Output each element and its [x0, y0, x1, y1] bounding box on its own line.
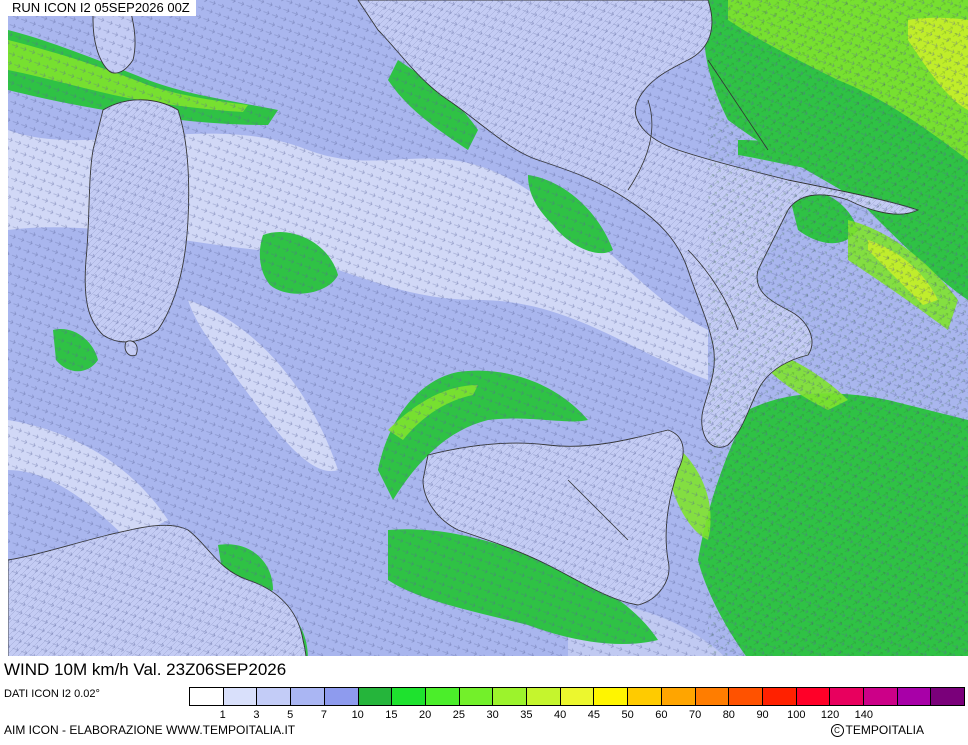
- legend-tick-label: 120: [820, 709, 840, 721]
- legend-tick-label: 20: [419, 709, 432, 721]
- legend-tick-label: 70: [688, 709, 702, 721]
- legend-swatch: [493, 688, 528, 705]
- data-source-label: DATI ICON I2 0.02°: [4, 688, 100, 700]
- legend-swatch: [190, 688, 224, 705]
- color-scale-labels: 1 3 5 7 10 15 20 25 30 35 40 45 50 60 70 80 90 100 120 140: [189, 708, 965, 722]
- legend-tick-label: 10: [351, 709, 364, 721]
- legend-swatch: [291, 688, 325, 705]
- legend-tick-label: 100: [787, 709, 806, 721]
- legend-swatch: [257, 688, 292, 705]
- legend-swatch: [931, 688, 965, 705]
- copyright: C TEMPOITALIA: [830, 723, 924, 737]
- legend-swatch: [358, 688, 393, 705]
- legend-tick-label: 3: [253, 709, 260, 721]
- legend-swatch: [661, 688, 696, 705]
- legend-tick-label: 25: [452, 709, 466, 721]
- legend-swatch: [223, 688, 258, 705]
- legend-swatch: [796, 688, 831, 705]
- legend-swatch: [324, 688, 359, 705]
- legend-swatch: [729, 688, 763, 705]
- legend-swatch: [594, 688, 629, 705]
- wind-map-graphic: [8, 0, 968, 684]
- legend-swatch: [897, 688, 932, 705]
- wind-arrows-strong: [708, 0, 968, 684]
- legend-swatch: [628, 688, 662, 705]
- legend-tick-label: 35: [520, 709, 533, 721]
- copyright-icon: C: [830, 723, 844, 737]
- copyright-text: TEMPOITALIA: [845, 723, 924, 737]
- legend-tick-label: 1: [219, 709, 226, 721]
- wind-title: WIND 10M km/h Val. 23Z06SEP2026: [4, 660, 287, 679]
- legend-swatch: [392, 688, 426, 705]
- legend-tick-label: 40: [554, 709, 567, 721]
- legend-tick-label: 30: [486, 709, 499, 721]
- legend-tick-label: 80: [722, 709, 735, 721]
- legend-tick-label: 50: [621, 709, 634, 721]
- legend-swatch: [425, 688, 460, 705]
- legend-tick-label: 90: [756, 709, 769, 721]
- wind-map[interactable]: RUN ICON I2 05SEP2026 00Z: [8, 0, 968, 684]
- legend-tick-label: 140: [854, 709, 873, 721]
- legend-tick-label: 60: [655, 709, 668, 721]
- legend-swatch: [527, 688, 561, 705]
- run-title: RUN ICON I2 05SEP2026 00Z: [8, 0, 196, 16]
- color-scale-bar: [189, 687, 965, 706]
- legend-tick-label: 15: [385, 709, 398, 721]
- legend-swatch: [830, 688, 865, 705]
- legend-panel: WIND 10M km/h Val. 23Z06SEP2026 DATI ICO…: [0, 656, 968, 745]
- legend-swatch: [560, 688, 595, 705]
- legend-tick-label: 45: [587, 709, 600, 721]
- legend-swatch: [695, 688, 730, 705]
- legend-swatch: [762, 688, 797, 705]
- legend-swatch: [459, 688, 494, 705]
- legend-swatch: [864, 688, 898, 705]
- legend-tick-label: 7: [320, 709, 328, 721]
- legend-tick-label: 5: [287, 709, 294, 721]
- credit-text: AIM ICON - ELABORAZIONE WWW.TEMPOITALIA.…: [4, 723, 296, 737]
